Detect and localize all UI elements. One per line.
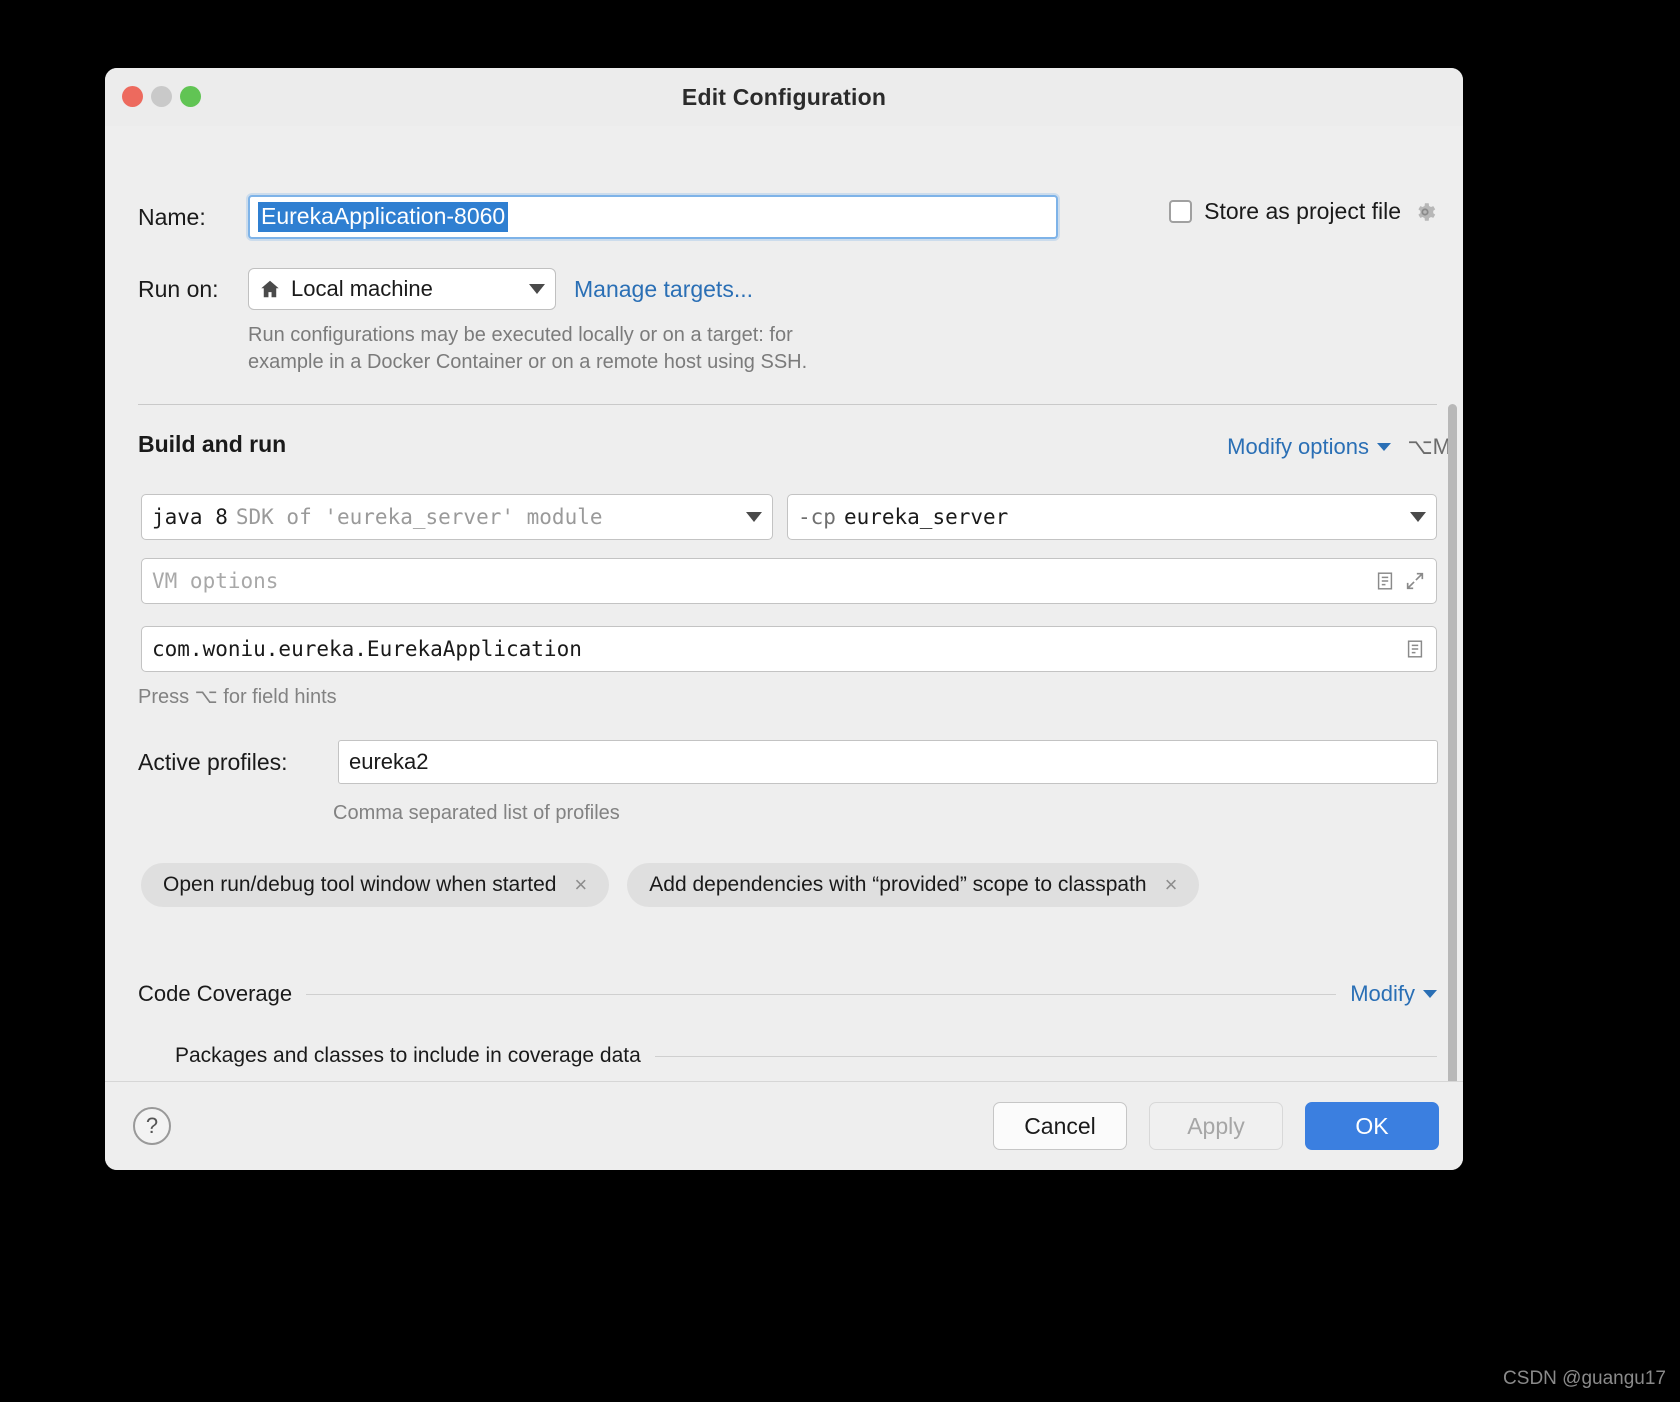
classpath-value: eureka_server (843, 505, 1009, 529)
chevron-down-icon (529, 284, 545, 294)
store-as-project-file-label: Store as project file (1204, 198, 1401, 224)
store-as-project-file-row: Store as project file (1169, 198, 1437, 225)
run-on-value: Local machine (291, 276, 433, 301)
modify-options-button[interactable]: Modify options (1227, 434, 1391, 460)
option-pill[interactable]: Open run/debug tool window when started … (141, 863, 610, 907)
run-on-label: Run on: (138, 275, 219, 302)
active-profiles-description: Comma separated list of profiles (333, 802, 620, 824)
macro-list-icon[interactable] (1374, 570, 1396, 592)
code-coverage-title: Code Coverage (138, 981, 293, 1006)
manage-targets-link[interactable]: Manage targets... (574, 276, 753, 303)
dialog-title: Edit Configuration (681, 83, 887, 110)
main-class-value: com.woniu.eureka.EurekaApplication (152, 637, 582, 661)
sdk-value: java 8 (152, 505, 228, 529)
run-on-row: Run on: Local machine Manage targets... (138, 268, 753, 310)
option-pill[interactable]: Add dependencies with “provided” scope t… (627, 863, 1200, 907)
chevron-down-icon (1410, 512, 1426, 522)
classpath-prefix: -cp (798, 505, 836, 529)
name-input[interactable]: EurekaApplication-8060 (248, 195, 1058, 239)
active-profiles-value: eureka2 (349, 749, 429, 774)
active-profiles-label: Active profiles: (138, 748, 288, 775)
packages-title: Packages and classes to include in cover… (175, 1044, 641, 1067)
classpath-dropdown[interactable]: -cp eureka_server (787, 494, 1437, 540)
window-controls (122, 86, 201, 107)
dialog-body: Name: EurekaApplication-8060 Store as pr… (105, 126, 1463, 1081)
section-divider (138, 404, 1437, 405)
run-on-description-line1: Run configurations may be executed local… (248, 324, 793, 346)
screen: Edit Configuration Name: EurekaApplicati… (0, 0, 1680, 1402)
chevron-down-icon (1423, 990, 1437, 998)
home-icon (259, 278, 281, 300)
code-coverage-modify-button[interactable]: Modify (1350, 981, 1437, 1007)
vertical-scrollbar[interactable] (1448, 404, 1457, 1081)
store-as-project-file-checkbox[interactable] (1169, 200, 1193, 223)
field-hints-text: Press ⌥ for field hints (138, 686, 337, 708)
sdk-and-classpath-row: java 8 SDK of 'eureka_server' module -cp… (141, 494, 1437, 540)
close-icon[interactable]: × (574, 874, 587, 896)
zoom-window-button[interactable] (180, 86, 201, 107)
cancel-button[interactable]: Cancel (993, 1102, 1127, 1150)
edit-configuration-dialog: Edit Configuration Name: EurekaApplicati… (105, 68, 1463, 1170)
gear-icon[interactable] (1413, 200, 1437, 224)
code-coverage-modify-label: Modify (1350, 981, 1415, 1006)
dialog-footer: ? Cancel Apply OK (105, 1081, 1463, 1170)
option-pills: Open run/debug tool window when started … (141, 863, 1200, 907)
apply-button[interactable]: Apply (1149, 1102, 1283, 1150)
chevron-down-icon (1377, 443, 1391, 451)
option-pill-label: Add dependencies with “provided” scope t… (649, 873, 1147, 896)
sdk-dropdown[interactable]: java 8 SDK of 'eureka_server' module (141, 494, 773, 540)
modify-options-label: Modify options (1227, 434, 1369, 459)
browse-class-icon[interactable] (1404, 638, 1426, 660)
active-profiles-row: Active profiles: eureka2 (138, 740, 1438, 784)
watermark: CSDN @guangu17 (1503, 1368, 1666, 1389)
minimize-window-button[interactable] (151, 86, 172, 107)
build-and-run-title: Build and run (138, 431, 287, 457)
expand-icon[interactable] (1404, 570, 1426, 592)
run-on-description: Run configurations may be executed local… (248, 322, 948, 376)
main-class-input[interactable]: com.woniu.eureka.EurekaApplication (141, 626, 1437, 672)
divider (306, 993, 1337, 995)
footer-buttons: Cancel Apply OK (993, 1102, 1439, 1150)
chevron-down-icon (746, 512, 762, 522)
close-window-button[interactable] (122, 86, 143, 107)
vm-options-placeholder: VM options (152, 569, 279, 593)
modify-options-shortcut: ⌥M (1407, 434, 1451, 459)
run-on-dropdown[interactable]: Local machine (248, 268, 556, 310)
dialog-titlebar: Edit Configuration (105, 68, 1463, 126)
name-label: Name: (138, 203, 206, 230)
close-icon[interactable]: × (1165, 874, 1178, 896)
sdk-module-hint: SDK of 'eureka_server' module (235, 505, 603, 529)
option-pill-label: Open run/debug tool window when started (163, 873, 557, 896)
name-input-value: EurekaApplication-8060 (258, 201, 509, 233)
run-on-description-line2: example in a Docker Container or on a re… (248, 351, 808, 373)
ok-button[interactable]: OK (1305, 1102, 1439, 1150)
vm-options-input[interactable]: VM options (141, 558, 1437, 604)
packages-header: Packages and classes to include in cover… (175, 1044, 1437, 1068)
help-button[interactable]: ? (133, 1107, 171, 1145)
divider (654, 1055, 1437, 1057)
code-coverage-header: Code Coverage Modify (138, 981, 1437, 1007)
active-profiles-input[interactable]: eureka2 (338, 740, 1438, 784)
